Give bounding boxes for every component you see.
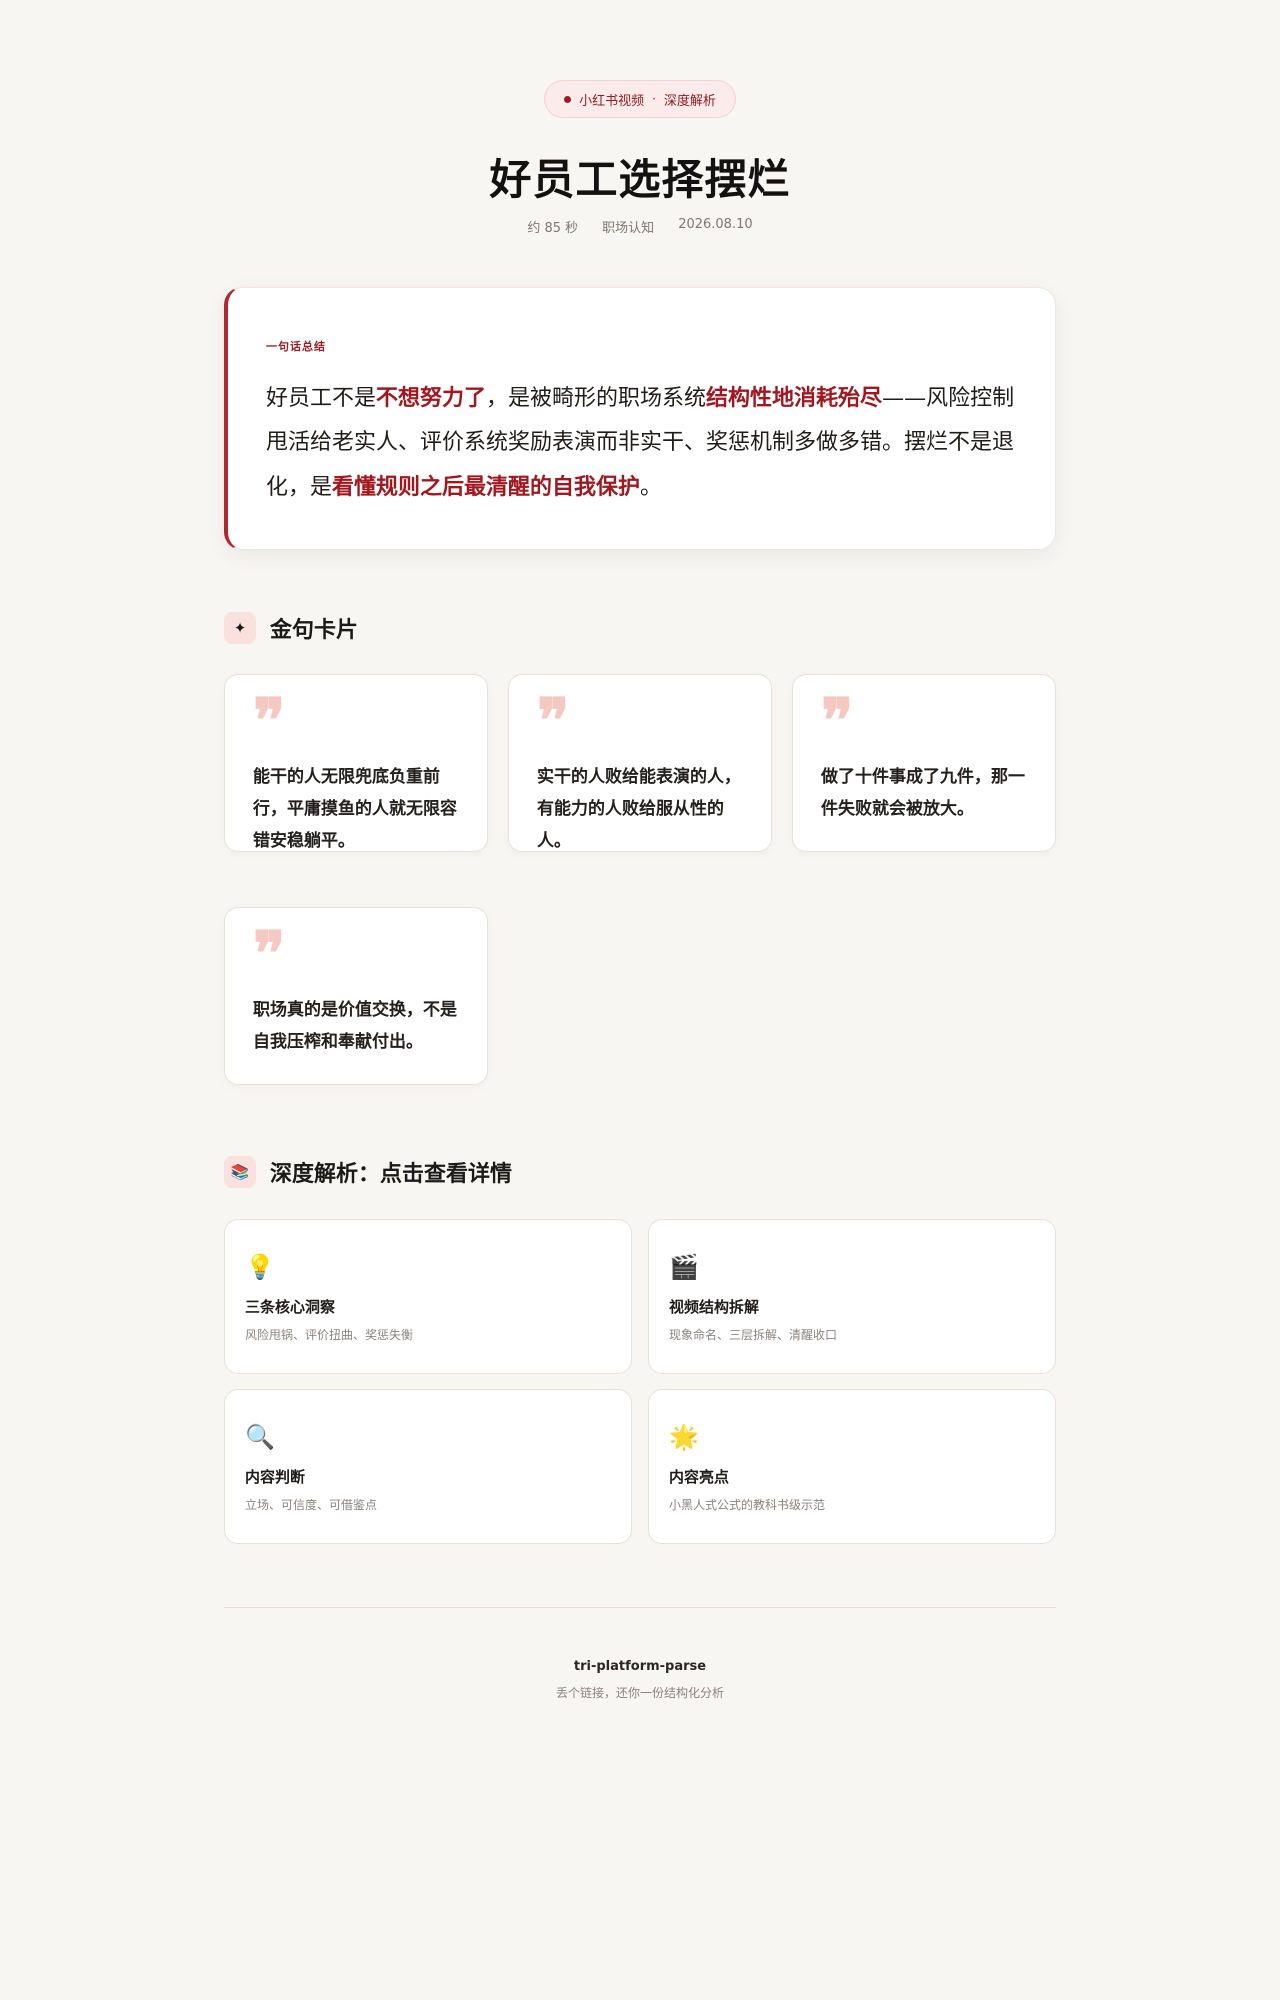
analysis-card-title: 视频结构拆解 bbox=[669, 1298, 760, 1316]
summary-card: 一句话总结 好员工不是不想努力了，是被畸形的职场系统结构性地消耗殆尽——风险控制… bbox=[224, 287, 1056, 550]
analysis-card-insights[interactable]: 💡 三条核心洞察 风险甩锅、评价扭曲、奖惩失衡 bbox=[224, 1219, 632, 1374]
analysis-heading: 📚 深度解析：点击查看详情 bbox=[224, 1155, 512, 1189]
analysis-heading-text: 深度解析：点击查看详情 bbox=[270, 1161, 513, 1187]
badge-separator: · bbox=[652, 92, 656, 106]
quote-card: ❞ 能干的人无限兜底负重前行，平庸摸鱼的人就无限容错安稳躺平。 bbox=[224, 674, 488, 852]
meta-date: 2026.08.10 bbox=[678, 217, 753, 232]
badge-dot bbox=[564, 95, 572, 103]
quote-text: 做了十件事成了九件，那一件失败就会被放大。 bbox=[821, 767, 1025, 819]
analysis-card-subtitle: 小黑人式公式的教科书级示范 bbox=[669, 1498, 826, 1512]
quote-mark-icon: ❞ bbox=[253, 919, 286, 989]
quote-text: 职场真的是价值交换，不是自我压榨和奉献付出。 bbox=[253, 1000, 457, 1052]
quotes-heading: ✦ 金句卡片 bbox=[224, 611, 358, 645]
page-title: 好员工选择摆烂 bbox=[489, 155, 791, 204]
summary-highlight: 看懂规则之后最清醒的自我保护 bbox=[332, 474, 641, 500]
summary-part: 好员工不是 bbox=[266, 386, 377, 411]
quote-card: ❞ 职场真的是价值交换，不是自我压榨和奉献付出。 bbox=[224, 907, 488, 1085]
quote-text: 能干的人无限兜底负重前行，平庸摸鱼的人就无限容错安稳躺平。 bbox=[253, 767, 457, 851]
summary-text: 好员工不是不想努力了，是被畸形的职场系统结构性地消耗殆尽——风险控制甩活给老实人… bbox=[266, 376, 1017, 510]
meta-row: 约 85 秒 职场认知 2026.08.10 bbox=[0, 217, 1280, 236]
footer-divider bbox=[224, 1607, 1056, 1608]
analysis-card-subtitle: 风险甩锅、评价扭曲、奖惩失衡 bbox=[245, 1328, 414, 1342]
page: 小红书视频 · 深度解析 好员工选择摆烂 约 85 秒 职场认知 2026.08… bbox=[0, 0, 1280, 2000]
clapper-icon: 🎬 bbox=[669, 1253, 699, 1281]
meta-category: 职场认知 bbox=[602, 221, 655, 236]
lightbulb-icon: 💡 bbox=[245, 1253, 275, 1281]
analysis-card-title: 内容判断 bbox=[245, 1468, 306, 1486]
quotes-heading-text: 金句卡片 bbox=[270, 617, 359, 643]
analysis-card-structure[interactable]: 🎬 视频结构拆解 现象命名、三层拆解、清醒收口 bbox=[648, 1219, 1056, 1374]
analysis-card-title: 三条核心洞察 bbox=[245, 1298, 336, 1316]
star-icon: 🌟 bbox=[669, 1423, 699, 1451]
quote-text: 实干的人败给能表演的人，有能力的人败给服从性的人。 bbox=[537, 767, 741, 851]
analysis-card-highlights[interactable]: 🌟 内容亮点 小黑人式公式的教科书级示范 bbox=[648, 1389, 1056, 1544]
summary-highlight: 不想努力了 bbox=[376, 385, 487, 411]
source-badge: 小红书视频 · 深度解析 bbox=[544, 80, 736, 118]
analysis-card-judgement[interactable]: 🔍 内容判断 立场、可信度、可借鉴点 bbox=[224, 1389, 632, 1544]
summary-highlight: 结构性地消耗殆尽 bbox=[706, 385, 883, 411]
footer-app-name: tri-platform-parse bbox=[573, 1659, 707, 1674]
summary-part: ，是被畸形的职场系统 bbox=[486, 386, 707, 411]
quote-mark-icon: ❞ bbox=[253, 686, 286, 756]
meta-duration: 约 85 秒 bbox=[527, 221, 579, 236]
books-icon: 📚 bbox=[224, 1156, 256, 1188]
analysis-card-subtitle: 立场、可信度、可借鉴点 bbox=[245, 1498, 378, 1512]
quote-mark-icon: ❞ bbox=[537, 686, 570, 756]
sparkle-icon: ✦ bbox=[224, 612, 256, 644]
summary-part: 。 bbox=[640, 475, 663, 500]
summary-label: 一句话总结 bbox=[266, 340, 326, 353]
footer-tagline: 丢个链接，还你一份结构化分析 bbox=[555, 1686, 724, 1700]
quote-mark-icon: ❞ bbox=[821, 686, 854, 756]
analysis-card-subtitle: 现象命名、三层拆解、清醒收口 bbox=[669, 1328, 838, 1342]
badge-type: 深度解析 bbox=[663, 93, 716, 109]
analysis-card-title: 内容亮点 bbox=[669, 1468, 730, 1486]
quote-card: ❞ 做了十件事成了九件，那一件失败就会被放大。 bbox=[792, 674, 1056, 852]
magnifier-icon: 🔍 bbox=[245, 1423, 275, 1451]
badge-platform: 小红书视频 bbox=[579, 93, 645, 109]
quote-card: ❞ 实干的人败给能表演的人，有能力的人败给服从性的人。 bbox=[508, 674, 772, 852]
